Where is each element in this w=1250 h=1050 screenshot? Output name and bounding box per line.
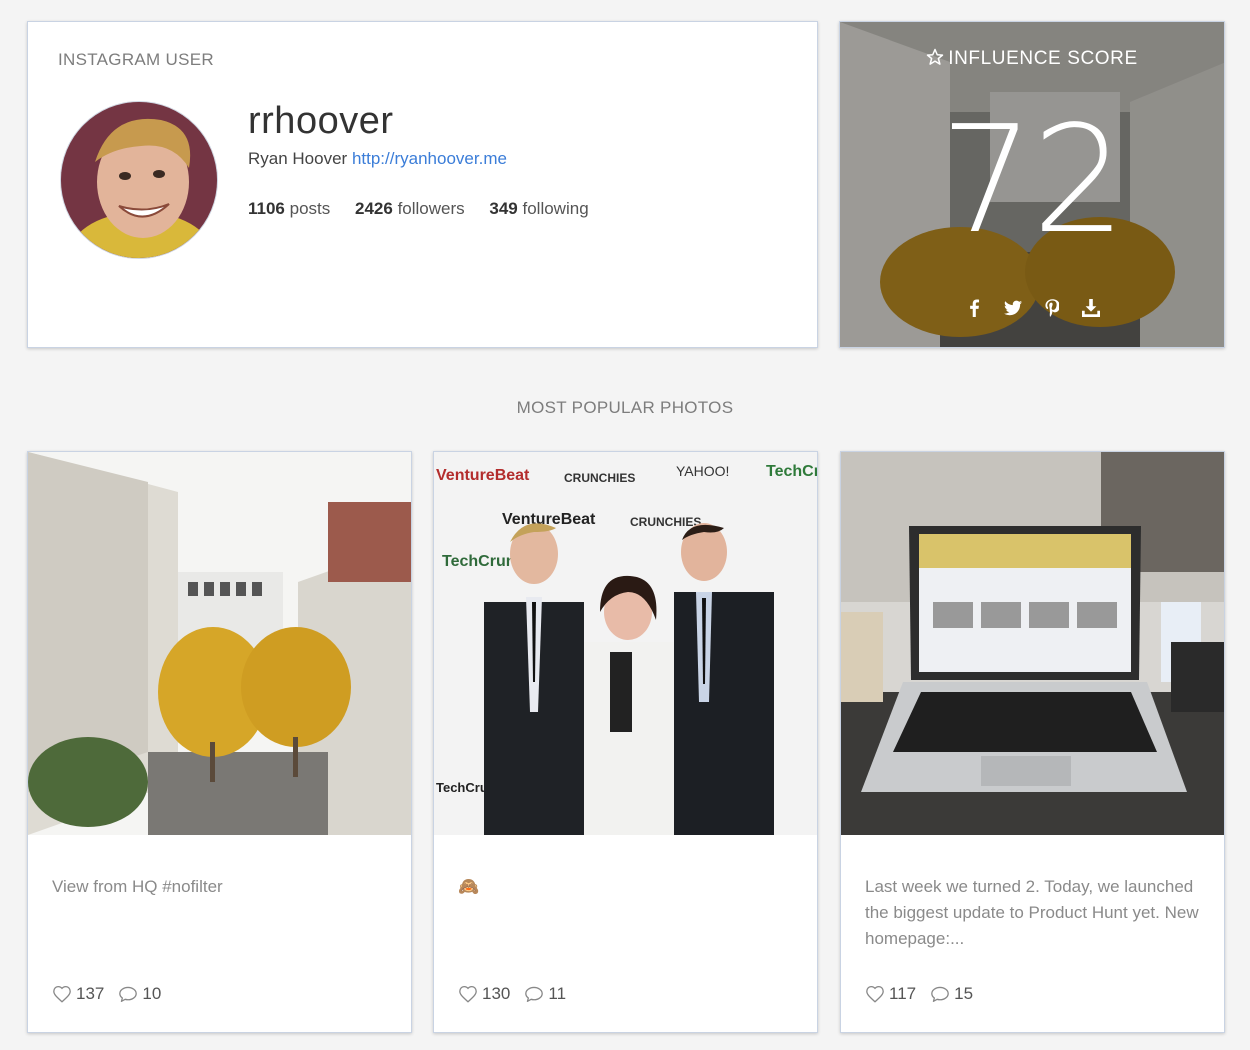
likes[interactable]: 130 (458, 984, 510, 1004)
techcrunch-logo: TechCrunch (766, 463, 817, 480)
heart-icon (53, 985, 71, 1003)
photo-card[interactable]: View from HQ #nofilter 137 10 (27, 451, 412, 1033)
photo-image[interactable] (28, 452, 411, 835)
pinterest-icon[interactable] (1042, 298, 1062, 318)
influence-score-value: 72 (939, 94, 1126, 266)
posts-count: 1106 (248, 199, 285, 218)
followers-count: 2426 (355, 199, 393, 218)
influence-score-card: INFLUENCE SCORE 72 (839, 21, 1225, 348)
likes-count: 117 (889, 984, 917, 1003)
photo-meta: 137 10 (52, 984, 175, 1004)
facebook-icon[interactable] (964, 298, 984, 318)
comments-count: 15 (954, 984, 974, 1003)
following-label: following (522, 199, 589, 218)
avatar[interactable] (60, 101, 218, 259)
photo-card[interactable]: VentureBeat CRUNCHIES YAHOO! TechCrunch … (433, 451, 818, 1033)
star-icon (926, 48, 944, 72)
venturebeat-logo: VentureBeat (436, 467, 530, 484)
comment-icon (119, 986, 138, 1003)
photo-caption: Last week we turned 2. Today, we launche… (865, 877, 1199, 948)
posts-label: posts (289, 199, 331, 218)
photo-caption: View from HQ #nofilter (52, 877, 223, 896)
heart-icon (459, 985, 477, 1003)
following-stat: 349 following (489, 199, 588, 218)
likes[interactable]: 137 (52, 984, 104, 1004)
photo-caption: 🙈 (458, 877, 480, 896)
comment-icon (931, 986, 949, 1003)
photo-card[interactable]: Last week we turned 2. Today, we launche… (840, 451, 1225, 1033)
heart-icon (866, 985, 884, 1003)
influence-score-title: INFLUENCE SCORE (840, 48, 1224, 72)
username: rrhoover (248, 100, 394, 142)
crunchies-logo: CRUNCHIES (564, 471, 635, 485)
yahoo-logo: YAHOO! (676, 463, 729, 479)
posts-stat: 1106 posts (248, 199, 330, 218)
comments[interactable]: 10 (118, 984, 161, 1004)
likes[interactable]: 117 (865, 984, 916, 1004)
profile-stats: 1106 posts 2426 followers 349 following (248, 199, 609, 219)
comments[interactable]: 15 (930, 984, 973, 1004)
website-link[interactable]: http://ryanhoover.me (352, 149, 507, 168)
influence-score-label: INFLUENCE SCORE (948, 48, 1138, 69)
twitter-icon[interactable] (1003, 298, 1023, 318)
followers-stat: 2426 followers (355, 199, 465, 218)
crunchies-logo: CRUNCHIES (630, 515, 701, 529)
download-icon[interactable] (1081, 298, 1101, 318)
instagram-user-card: INSTAGRAM USER rrhoover Ryan Hoover http… (27, 21, 818, 348)
likes-count: 130 (482, 984, 511, 1003)
section-label-instagram-user: INSTAGRAM USER (58, 50, 214, 69)
photo-image[interactable]: VentureBeat CRUNCHIES YAHOO! TechCrunch … (434, 452, 817, 835)
followers-label: followers (397, 199, 465, 218)
most-popular-photos-title: MOST POPULAR PHOTOS (516, 398, 734, 417)
photo-meta: 130 11 (458, 984, 580, 1004)
following-count: 349 (489, 199, 518, 218)
comment-icon (525, 986, 544, 1003)
likes-count: 137 (76, 984, 105, 1003)
real-name: Ryan Hoover (248, 149, 348, 168)
comments-count: 11 (548, 984, 567, 1003)
comments-count: 10 (142, 984, 162, 1003)
comments[interactable]: 11 (524, 984, 566, 1004)
photo-image[interactable] (841, 452, 1224, 835)
share-icons (840, 298, 1224, 318)
photo-meta: 117 15 (865, 984, 987, 1004)
real-name-line: Ryan Hoover http://ryanhoover.me (248, 149, 507, 169)
